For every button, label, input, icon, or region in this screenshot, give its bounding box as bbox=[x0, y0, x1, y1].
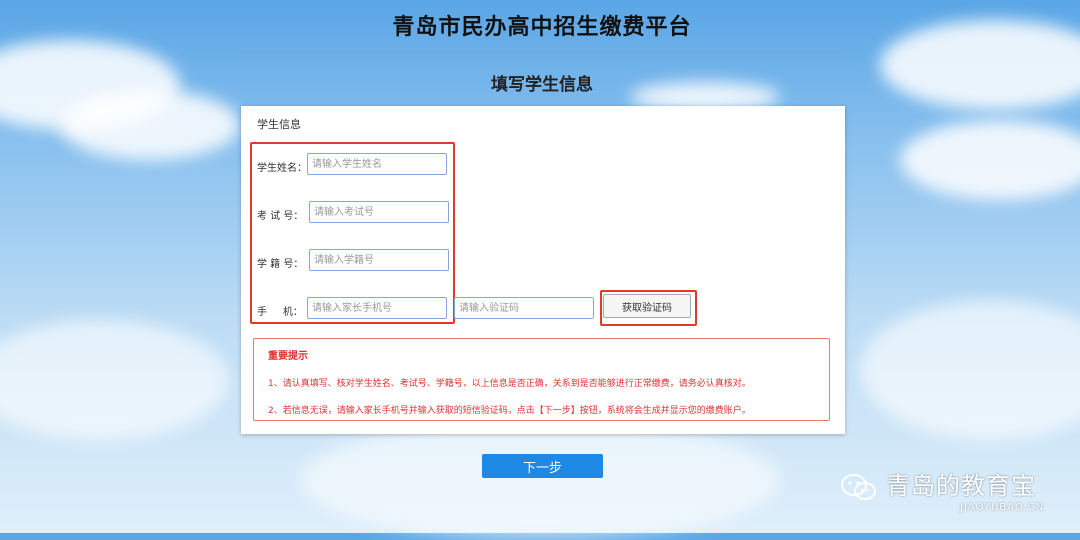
notice-line: 2、若信息无误，请输入家长手机号并输入获取的短信验证码，点击【下一步】按钮，系统… bbox=[268, 406, 751, 416]
student-name-label: 学生姓名： bbox=[257, 163, 307, 174]
section-title: 学生信息 bbox=[257, 118, 301, 131]
next-step-button[interactable]: 下一步 bbox=[482, 454, 603, 478]
notice-line: 1、请认真填写、核对学生姓名、考试号、学籍号，以上信息是否正确，关系到是否能够进… bbox=[268, 379, 751, 389]
cloud bbox=[880, 20, 1080, 110]
site-title: 青岛市民办高中招生缴费平台 bbox=[392, 15, 692, 40]
phone-label: 手 机： bbox=[257, 307, 303, 318]
parent-phone-input[interactable] bbox=[307, 297, 447, 319]
site-header: 青岛市民办高中招生缴费平台 bbox=[240, 10, 844, 46]
verification-code-input[interactable] bbox=[454, 297, 594, 319]
cloud bbox=[900, 120, 1080, 200]
watermark-url: JIAOYUBAO.CN bbox=[960, 502, 1044, 513]
student-id-label: 学 籍 号： bbox=[257, 259, 304, 270]
cloud bbox=[860, 300, 1080, 440]
exam-number-label: 考 试 号： bbox=[257, 211, 304, 222]
get-code-button[interactable]: 获取验证码 bbox=[603, 294, 691, 318]
notice-title: 重要提示 bbox=[268, 351, 308, 362]
student-info-card: 学生信息 学生姓名： 考 试 号： 学 籍 号： 手 机： 获取验证码 重要提示… bbox=[241, 106, 845, 434]
student-name-input[interactable] bbox=[307, 153, 447, 175]
wechat-icon bbox=[841, 474, 876, 500]
exam-number-input[interactable] bbox=[309, 201, 449, 223]
student-id-input[interactable] bbox=[309, 249, 449, 271]
cloud bbox=[300, 420, 780, 540]
cloud bbox=[0, 320, 230, 440]
watermark-text: 青岛的教育宝 bbox=[886, 472, 1036, 500]
watermark: 青岛的教育宝 JIAOYUBAO.CN bbox=[840, 466, 1070, 526]
important-notice: 重要提示 1、请认真填写、核对学生姓名、考试号、学籍号，以上信息是否正确，关系到… bbox=[253, 338, 830, 421]
cloud bbox=[60, 90, 240, 160]
page-subtitle: 填写学生信息 bbox=[491, 75, 593, 95]
title-divider bbox=[240, 52, 844, 53]
